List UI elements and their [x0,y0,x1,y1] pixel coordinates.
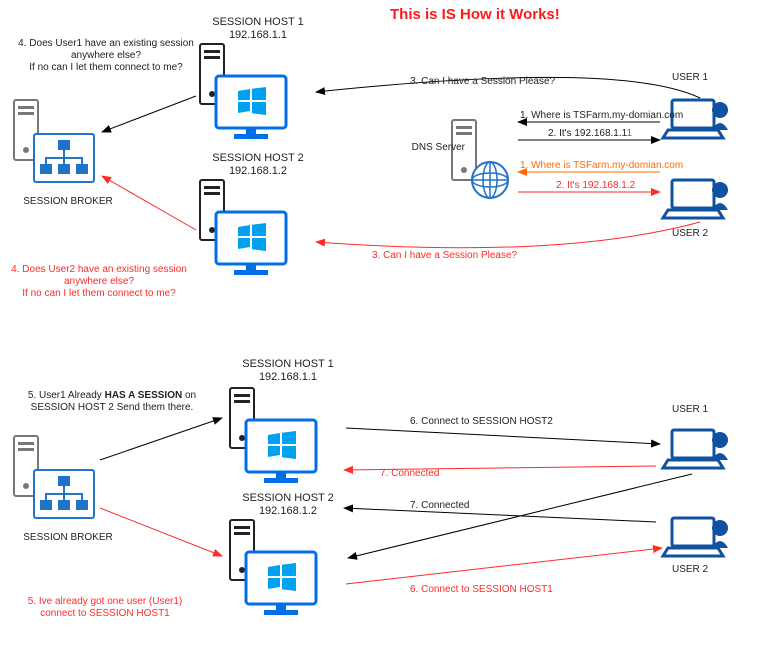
text-msg3: 3. Can I have a Session Please? [410,76,555,88]
bottom-user-1-icon [663,430,728,468]
arrow-msg6 [346,428,660,444]
arrow-msg5 [100,418,222,460]
text-msg7: 7. Connected [410,500,470,512]
text-msg1: 1. Where is TSFarm.my-domian.com [520,110,683,122]
text-msg3r: 3. Can I have a Session Please? [372,250,517,262]
top-session-host-2 [200,180,286,275]
arrow-msg4 [102,96,196,132]
top-session-host-1 [200,44,286,139]
text-msg5: 5. User1 Already HAS A SESSION onSESSION… [12,378,212,414]
arrow-msg7-black [344,508,656,522]
text-msg2r: 2. It's 192.168.1.2 [556,180,635,192]
bottom-session-host-2 [230,520,316,615]
bottom-session-host-1 [230,388,316,483]
text-msg7r: 7. Connected [380,468,440,480]
text-msg6: 6. Connect to SESSION HOST2 [410,416,553,428]
label-top-dns: DNS Server [405,142,465,154]
label-top-broker: SESSION BROKER [8,196,128,208]
label-bot-host2: SESSION HOST 2192.168.1.2 [228,492,348,518]
text-msg2: 2. It's 192.168.1.11 [548,128,632,140]
top-user-2-icon [663,180,728,218]
text-msg6r: 6. Connect to SESSION HOST1 [410,584,553,596]
diagram-canvas [0,0,768,647]
arrow-msg6r [346,548,662,584]
label-bot-host1: SESSION HOST 1192.168.1.1 [228,358,348,384]
bottom-session-broker [14,436,94,518]
top-session-broker [14,100,94,182]
page-title: This is IS How it Works! [390,6,560,23]
label-top-user1: USER 1 [672,72,708,84]
bottom-user-2-icon [663,518,728,556]
label-top-user2: USER 2 [672,228,708,240]
label-bot-user2: USER 2 [672,564,708,576]
label-top-host1: SESSION HOST 1192.168.1.1 [198,16,318,42]
text-msg4: 4. Does User1 have an existing session a… [8,38,204,74]
top-dns-server [452,120,508,198]
arrow-cross [348,474,692,558]
label-bot-broker: SESSION BROKER [8,532,128,544]
text-msg5r: 5. Ive already got one user (User1) conn… [0,596,210,620]
label-bot-user1: USER 1 [672,404,708,416]
arrow-msg3r [316,222,700,248]
text-msg1r: 1. Where is TSFarm.my-domian.com [520,160,683,172]
text-msg4r: 4. Does User2 have an existing session a… [0,264,204,300]
label-top-host2: SESSION HOST 2192.168.1.2 [198,152,318,178]
